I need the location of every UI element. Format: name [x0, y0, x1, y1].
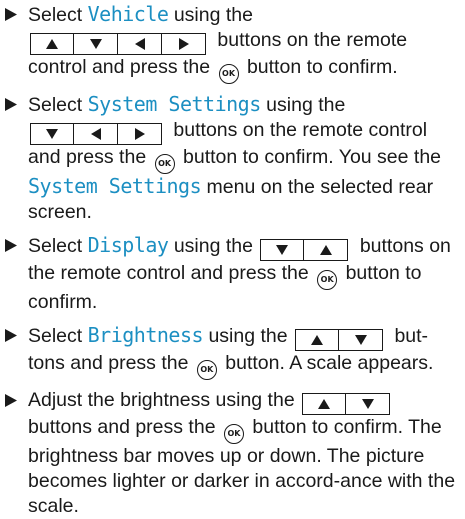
- ok-button-icon: OK: [223, 424, 244, 444]
- ok-button-icon: OK: [218, 64, 239, 84]
- menu-item-display: Display: [87, 233, 169, 257]
- step-text: using the: [168, 235, 253, 257]
- ok-button-icon: OK: [154, 154, 175, 174]
- step-text: button to confirm.: [241, 56, 398, 78]
- step-text: buttons and press the: [28, 416, 221, 438]
- up-arrow-button-icon: [295, 329, 340, 351]
- remote-button-group: [30, 33, 206, 55]
- down-arrow-button-icon: [260, 239, 305, 261]
- bullet-icon: [4, 388, 22, 413]
- step-text: using the: [203, 325, 288, 347]
- left-arrow-button-icon: [74, 123, 118, 145]
- instruction-list: Select Vehicle using the buttons on the …: [0, 0, 465, 517]
- bullet-icon: [4, 92, 22, 117]
- up-arrow-button-icon: [30, 33, 74, 55]
- up-arrow-button-icon: [302, 393, 347, 415]
- left-arrow-button-icon: [118, 33, 162, 55]
- step-text: using the: [260, 94, 346, 116]
- bullet-icon: [4, 323, 22, 348]
- ok-button-icon: OK: [196, 360, 217, 380]
- step-text: using the: [168, 4, 253, 26]
- step-text: Select: [28, 4, 88, 26]
- down-arrow-button-icon: [74, 33, 118, 55]
- remote-button-group: [30, 123, 162, 145]
- up-arrow-button-icon: [304, 239, 349, 261]
- down-arrow-button-icon: [30, 123, 74, 145]
- remote-button-group: [260, 239, 349, 261]
- menu-item-system-settings: System Settings: [87, 92, 262, 116]
- step-4: Select Brightness using the but-tons and…: [0, 323, 465, 380]
- step-text: Select: [28, 235, 88, 257]
- remote-button-group: [295, 329, 384, 351]
- down-arrow-button-icon: [346, 393, 391, 415]
- remote-button-group: [302, 393, 391, 415]
- step-text: button. A scale appears.: [219, 352, 434, 374]
- step-3: Select Display using the buttons on the …: [0, 233, 465, 315]
- step-1: Select Vehicle using the buttons on the …: [0, 2, 465, 84]
- right-arrow-button-icon: [162, 33, 206, 55]
- menu-item-brightness: Brightness: [87, 323, 204, 347]
- step-2: Select System Settings using the buttons…: [0, 92, 465, 225]
- step-5: Adjust the brightness using the buttons …: [0, 388, 465, 519]
- step-text: button to confirm. You see the: [177, 146, 442, 168]
- step-text: Select: [28, 94, 88, 116]
- right-arrow-button-icon: [118, 123, 162, 145]
- step-text: Select: [28, 325, 88, 347]
- ok-button-icon: OK: [317, 270, 338, 290]
- bullet-icon: [4, 2, 22, 27]
- bullet-icon: [4, 233, 22, 258]
- step-text: Adjust the brightness using the: [28, 389, 295, 411]
- menu-item-vehicle: Vehicle: [87, 2, 169, 26]
- menu-item-system-settings: System Settings: [28, 174, 202, 198]
- down-arrow-button-icon: [339, 329, 384, 351]
